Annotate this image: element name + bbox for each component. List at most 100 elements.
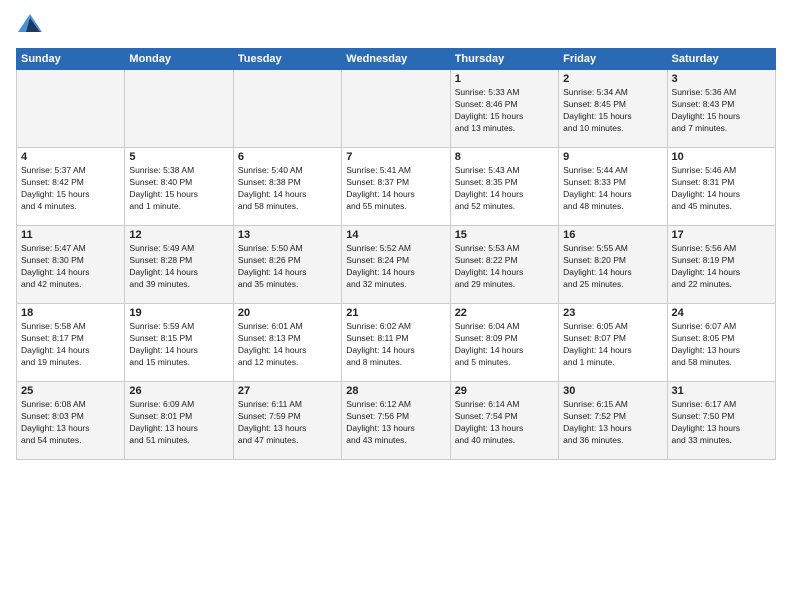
day-number: 13 [238, 229, 337, 241]
day-info: Sunrise: 6:07 AM Sunset: 8:05 PM Dayligh… [672, 321, 771, 369]
calendar-week-1: 1 Sunrise: 5:33 AM Sunset: 8:46 PM Daylig… [17, 70, 776, 148]
day-info: Sunrise: 5:49 AM Sunset: 8:28 PM Dayligh… [129, 243, 228, 291]
calendar-cell: 23Sunrise: 6:05 AM Sunset: 8:07 PM Dayli… [559, 304, 667, 382]
day-info: Sunrise: 5:41 AM Sunset: 8:37 PM Dayligh… [346, 165, 445, 213]
day-info: Sunrise: 5:58 AM Sunset: 8:17 PM Dayligh… [21, 321, 120, 369]
day-info: Sunrise: 5:52 AM Sunset: 8:24 PM Dayligh… [346, 243, 445, 291]
calendar-table: SundayMondayTuesdayWednesdayThursdayFrid… [16, 48, 776, 460]
calendar-cell: 4 Sunrise: 5:37 AM Sunset: 8:42 PM Daylig… [17, 148, 125, 226]
day-info: Sunrise: 5:53 AM Sunset: 8:22 PM Dayligh… [455, 243, 554, 291]
day-number: 10 [672, 151, 771, 163]
day-number: 20 [238, 307, 337, 319]
header [16, 12, 776, 40]
day-info: Sunrise: 5:50 AM Sunset: 8:26 PM Dayligh… [238, 243, 337, 291]
calendar-cell: 26 Sunrise: 6:09 AM Sunset: 8:01 PM Dayli… [125, 382, 233, 460]
weekday-header-saturday: Saturday [667, 49, 775, 70]
calendar-cell: 1 Sunrise: 5:33 AM Sunset: 8:46 PM Daylig… [450, 70, 558, 148]
day-number: 9 [563, 151, 662, 163]
day-number: 30 [563, 385, 662, 397]
day-number: 2 [563, 73, 662, 85]
weekday-header-row: SundayMondayTuesdayWednesdayThursdayFrid… [17, 49, 776, 70]
day-number: 15 [455, 229, 554, 241]
calendar-cell [17, 70, 125, 148]
weekday-header-tuesday: Tuesday [233, 49, 341, 70]
calendar-cell: 3 Sunrise: 5:36 AM Sunset: 8:43 PM Daylig… [667, 70, 775, 148]
day-number: 11 [21, 229, 120, 241]
day-number: 24 [672, 307, 771, 319]
day-number: 29 [455, 385, 554, 397]
day-info: Sunrise: 5:56 AM Sunset: 8:19 PM Dayligh… [672, 243, 771, 291]
day-info: Sunrise: 5:55 AM Sunset: 8:20 PM Dayligh… [563, 243, 662, 291]
day-info: Sunrise: 6:17 AM Sunset: 7:50 PM Dayligh… [672, 399, 771, 447]
page: SundayMondayTuesdayWednesdayThursdayFrid… [0, 0, 792, 612]
calendar-cell: 12 Sunrise: 5:49 AM Sunset: 8:28 PM Dayli… [125, 226, 233, 304]
calendar-cell [125, 70, 233, 148]
day-number: 22 [455, 307, 554, 319]
day-number: 3 [672, 73, 771, 85]
calendar-week-2: 4 Sunrise: 5:37 AM Sunset: 8:42 PM Daylig… [17, 148, 776, 226]
calendar-cell: 7 Sunrise: 5:41 AM Sunset: 8:37 PM Daylig… [342, 148, 450, 226]
day-number: 25 [21, 385, 120, 397]
day-number: 21 [346, 307, 445, 319]
calendar-cell: 22 Sunrise: 6:04 AM Sunset: 8:09 PM Dayli… [450, 304, 558, 382]
day-number: 5 [129, 151, 228, 163]
calendar-cell: 9 Sunrise: 5:44 AM Sunset: 8:33 PM Daylig… [559, 148, 667, 226]
calendar-cell: 14Sunrise: 5:52 AM Sunset: 8:24 PM Dayli… [342, 226, 450, 304]
day-info: Sunrise: 6:02 AM Sunset: 8:11 PM Dayligh… [346, 321, 445, 369]
weekday-header-sunday: Sunday [17, 49, 125, 70]
day-info: Sunrise: 6:14 AM Sunset: 7:54 PM Dayligh… [455, 399, 554, 447]
calendar-cell: 27Sunrise: 6:11 AM Sunset: 7:59 PM Dayli… [233, 382, 341, 460]
calendar-cell: 20 Sunrise: 6:01 AM Sunset: 8:13 PM Dayli… [233, 304, 341, 382]
calendar-cell: 2Sunrise: 5:34 AM Sunset: 8:45 PM Daylig… [559, 70, 667, 148]
day-number: 4 [21, 151, 120, 163]
calendar-body: 1 Sunrise: 5:33 AM Sunset: 8:46 PM Daylig… [17, 70, 776, 460]
calendar-cell: 29 Sunrise: 6:14 AM Sunset: 7:54 PM Dayli… [450, 382, 558, 460]
calendar-cell: 28 Sunrise: 6:12 AM Sunset: 7:56 PM Dayli… [342, 382, 450, 460]
calendar-cell: 5Sunrise: 5:38 AM Sunset: 8:40 PM Daylig… [125, 148, 233, 226]
calendar-cell: 30 Sunrise: 6:15 AM Sunset: 7:52 PM Dayli… [559, 382, 667, 460]
calendar-cell: 8 Sunrise: 5:43 AM Sunset: 8:35 PM Daylig… [450, 148, 558, 226]
day-number: 16 [563, 229, 662, 241]
calendar-cell: 15 Sunrise: 5:53 AM Sunset: 8:22 PM Dayli… [450, 226, 558, 304]
day-number: 28 [346, 385, 445, 397]
day-info: Sunrise: 5:44 AM Sunset: 8:33 PM Dayligh… [563, 165, 662, 213]
calendar-cell: 16 Sunrise: 5:55 AM Sunset: 8:20 PM Dayli… [559, 226, 667, 304]
day-info: Sunrise: 5:37 AM Sunset: 8:42 PM Dayligh… [21, 165, 120, 213]
calendar-week-4: 18 Sunrise: 5:58 AM Sunset: 8:17 PM Dayli… [17, 304, 776, 382]
calendar-cell: 6 Sunrise: 5:40 AM Sunset: 8:38 PM Daylig… [233, 148, 341, 226]
calendar-cell: 13 Sunrise: 5:50 AM Sunset: 8:26 PM Dayli… [233, 226, 341, 304]
calendar-cell [342, 70, 450, 148]
day-info: Sunrise: 6:09 AM Sunset: 8:01 PM Dayligh… [129, 399, 228, 447]
weekday-header-wednesday: Wednesday [342, 49, 450, 70]
weekday-header-thursday: Thursday [450, 49, 558, 70]
logo [16, 12, 48, 40]
calendar-cell: 19Sunrise: 5:59 AM Sunset: 8:15 PM Dayli… [125, 304, 233, 382]
day-number: 18 [21, 307, 120, 319]
day-info: Sunrise: 6:05 AM Sunset: 8:07 PM Dayligh… [563, 321, 662, 369]
calendar-cell: 21 Sunrise: 6:02 AM Sunset: 8:11 PM Dayli… [342, 304, 450, 382]
day-info: Sunrise: 5:43 AM Sunset: 8:35 PM Dayligh… [455, 165, 554, 213]
calendar-week-5: 25Sunrise: 6:08 AM Sunset: 8:03 PM Dayli… [17, 382, 776, 460]
calendar-cell: 11Sunrise: 5:47 AM Sunset: 8:30 PM Dayli… [17, 226, 125, 304]
day-number: 6 [238, 151, 337, 163]
calendar-cell: 18 Sunrise: 5:58 AM Sunset: 8:17 PM Dayli… [17, 304, 125, 382]
day-number: 31 [672, 385, 771, 397]
calendar-week-3: 11Sunrise: 5:47 AM Sunset: 8:30 PM Dayli… [17, 226, 776, 304]
day-number: 12 [129, 229, 228, 241]
calendar-cell [233, 70, 341, 148]
day-number: 1 [455, 73, 554, 85]
day-info: Sunrise: 5:33 AM Sunset: 8:46 PM Dayligh… [455, 87, 554, 135]
day-info: Sunrise: 5:36 AM Sunset: 8:43 PM Dayligh… [672, 87, 771, 135]
weekday-header-friday: Friday [559, 49, 667, 70]
day-number: 8 [455, 151, 554, 163]
day-number: 7 [346, 151, 445, 163]
logo-icon [16, 12, 44, 40]
calendar-cell: 31 Sunrise: 6:17 AM Sunset: 7:50 PM Dayli… [667, 382, 775, 460]
calendar-cell: 25Sunrise: 6:08 AM Sunset: 8:03 PM Dayli… [17, 382, 125, 460]
day-info: Sunrise: 6:12 AM Sunset: 7:56 PM Dayligh… [346, 399, 445, 447]
day-info: Sunrise: 5:40 AM Sunset: 8:38 PM Dayligh… [238, 165, 337, 213]
day-number: 26 [129, 385, 228, 397]
day-info: Sunrise: 6:15 AM Sunset: 7:52 PM Dayligh… [563, 399, 662, 447]
day-info: Sunrise: 6:01 AM Sunset: 8:13 PM Dayligh… [238, 321, 337, 369]
day-info: Sunrise: 6:04 AM Sunset: 8:09 PM Dayligh… [455, 321, 554, 369]
